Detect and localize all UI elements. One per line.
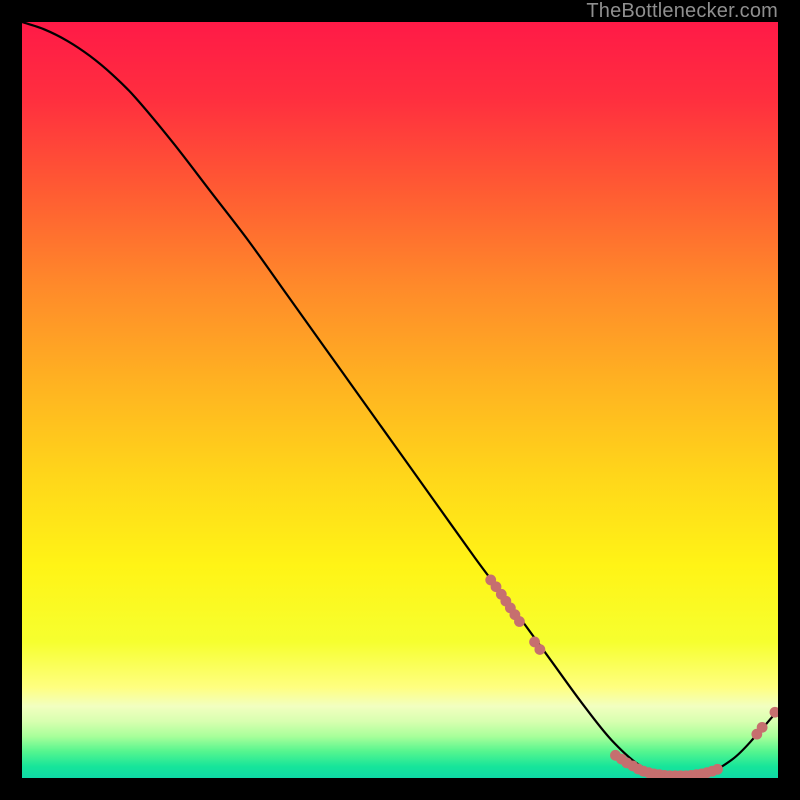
attribution-text: TheBottlenecker.com xyxy=(586,0,778,23)
data-marker xyxy=(757,722,768,733)
data-marker xyxy=(712,764,723,775)
data-marker xyxy=(534,644,545,655)
bottleneck-chart xyxy=(22,22,778,778)
data-marker xyxy=(514,616,525,627)
gradient-background xyxy=(22,22,778,778)
plot-frame: TheBottlenecker.com xyxy=(22,22,778,778)
